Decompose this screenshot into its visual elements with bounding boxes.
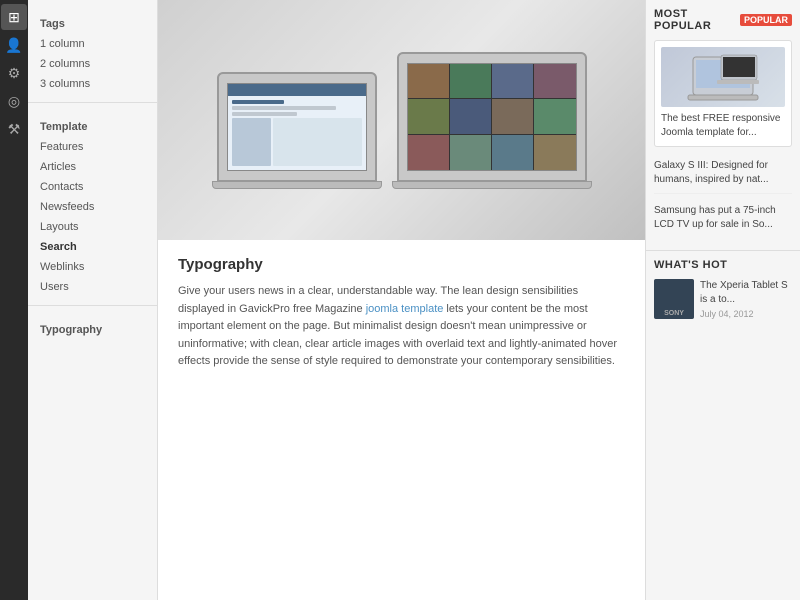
nav-item-newsfeeds[interactable]: Newsfeeds <box>28 197 157 217</box>
nav-item-features[interactable]: Features <box>28 137 157 157</box>
nav-item-2columns[interactable]: 2 columns <box>28 54 157 74</box>
right-sidebar: MOST POPULAR POPULAR The best FREE respo… <box>645 0 800 600</box>
popular-badge: POPULAR <box>740 14 792 26</box>
nav-item-weblinks[interactable]: Weblinks <box>28 257 157 277</box>
popular-list-title-1: Galaxy S III: Designed for humans, inspi… <box>654 159 792 187</box>
content-body: Typography Give your users news in a cle… <box>158 240 645 387</box>
joomla-template-link[interactable]: joomla template <box>366 303 444 315</box>
typography-title: Typography <box>178 256 625 273</box>
nav-item-users[interactable]: Users <box>28 277 157 297</box>
popular-item-top-title: The best FREE responsive Joomla template… <box>661 112 785 140</box>
nav-item-3columns[interactable]: 3 columns <box>28 74 157 94</box>
hero-image <box>158 0 645 240</box>
popular-item-top[interactable]: The best FREE responsive Joomla template… <box>654 40 792 147</box>
typography-section-header: Typography <box>28 314 157 340</box>
most-popular-header: MOST POPULAR POPULAR <box>654 8 792 32</box>
most-popular-section: MOST POPULAR POPULAR The best FREE respo… <box>646 0 800 250</box>
whats-hot-section: WHAT'S HOT SONY The Xperia Tablet S is a… <box>646 250 800 333</box>
left-icon-bar: ⊞ 👤 ⚙ ◎ ⚒ <box>0 0 28 600</box>
whats-hot-item-date-1: July 04, 2012 <box>700 309 792 319</box>
whats-hot-header: WHAT'S HOT <box>654 259 792 271</box>
main-content: Typography Give your users news in a cle… <box>158 0 645 600</box>
whats-hot-item-title-1: The Xperia Tablet S is a to... <box>700 279 792 307</box>
laptop-right <box>397 52 587 182</box>
template-section-header: Template <box>28 111 157 137</box>
laptop-left <box>217 72 377 182</box>
nav-item-articles[interactable]: Articles <box>28 157 157 177</box>
globe-icon[interactable]: ◎ <box>1 88 27 114</box>
laptop-right-group <box>392 52 592 189</box>
whats-hot-title: WHAT'S HOT <box>654 259 727 271</box>
whats-hot-content-1: The Xperia Tablet S is a to... July 04, … <box>700 279 792 319</box>
popular-item-thumbnail <box>683 52 763 102</box>
most-popular-title: MOST POPULAR <box>654 8 734 32</box>
laptop-right-base <box>392 181 592 189</box>
nav-sidebar: Tags 1 column 2 columns 3 columns Templa… <box>28 0 158 600</box>
popular-list-title-2: Samsung has put a 75-inch LCD TV up for … <box>654 204 792 232</box>
content-paragraph: Give your users news in a clear, underst… <box>178 283 625 371</box>
laptop-left-base <box>212 181 382 189</box>
nav-item-contacts[interactable]: Contacts <box>28 177 157 197</box>
laptop-left-screen <box>227 83 367 171</box>
popular-list-item-2[interactable]: Samsung has put a 75-inch LCD TV up for … <box>654 198 792 238</box>
whats-hot-item-1[interactable]: SONY The Xperia Tablet S is a to... July… <box>654 279 792 319</box>
popular-list-item-1[interactable]: Galaxy S III: Designed for humans, inspi… <box>654 153 792 194</box>
tags-section-header: Tags <box>28 8 157 34</box>
nav-item-1column[interactable]: 1 column <box>28 34 157 54</box>
laptop-right-screen <box>407 63 577 171</box>
nav-item-search[interactable]: Search <box>28 237 157 257</box>
tools-icon[interactable]: ⚒ <box>1 116 27 142</box>
sony-brand-label: SONY <box>664 310 684 317</box>
settings-icon[interactable]: ⚙ <box>1 60 27 86</box>
home-icon[interactable]: ⊞ <box>1 4 27 30</box>
popular-item-image <box>661 47 785 107</box>
nav-item-layouts[interactable]: Layouts <box>28 217 157 237</box>
whats-hot-image-1: SONY <box>654 279 694 319</box>
laptop-left-group <box>212 72 382 189</box>
user-icon[interactable]: 👤 <box>1 32 27 58</box>
